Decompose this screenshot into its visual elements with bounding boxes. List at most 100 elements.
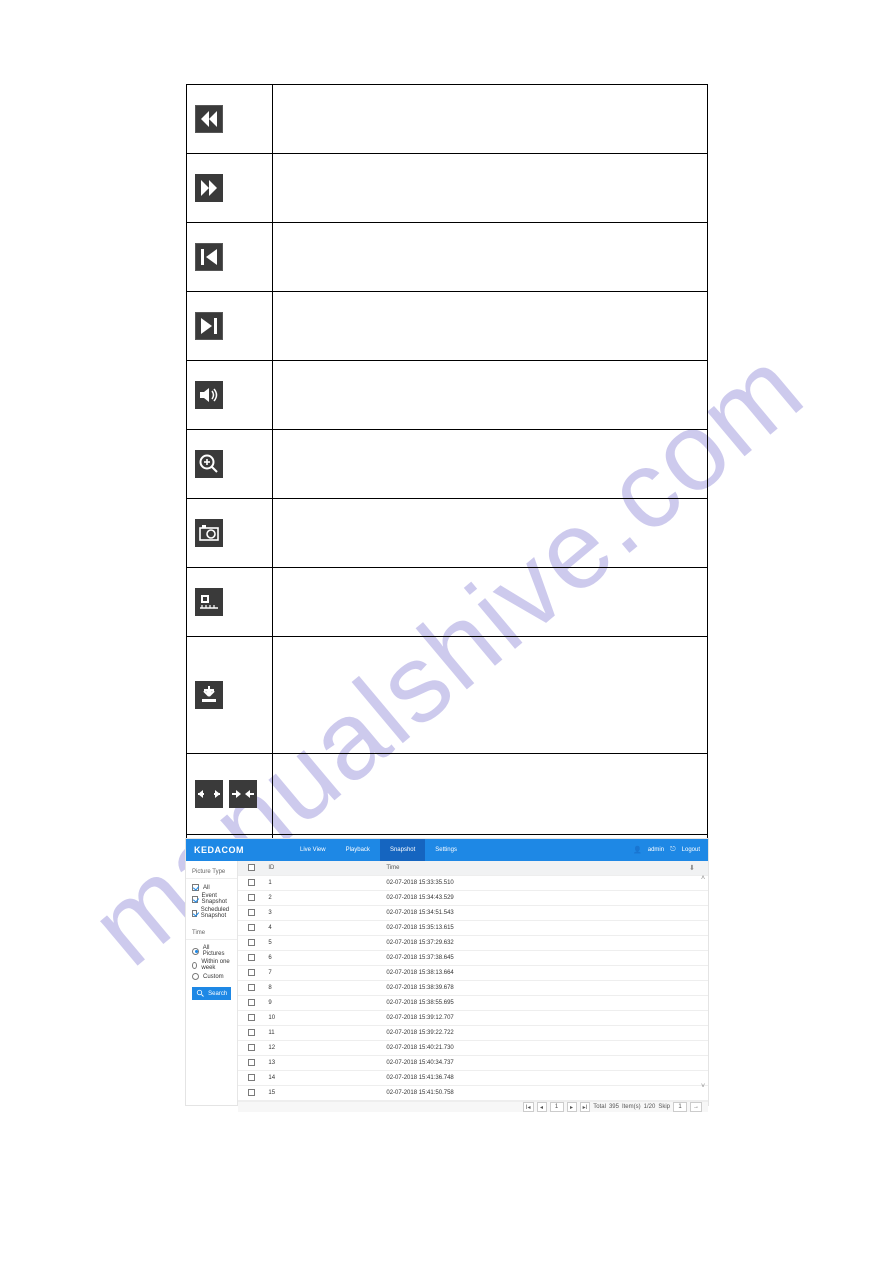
checkbox-icon[interactable] [192,910,197,917]
page-last-button[interactable]: ▸I [580,1102,591,1112]
checkbox-icon[interactable] [248,954,255,961]
snapshot-camera-icon[interactable] [195,519,223,547]
zoom-icon[interactable] [195,450,223,478]
nav-live-view[interactable]: Live View [290,839,336,861]
page-go-button[interactable]: → [690,1102,702,1112]
page-skip-input[interactable]: 1 [673,1102,687,1112]
radio-icon[interactable] [192,948,199,955]
checkbox-icon[interactable] [248,969,255,976]
header-time[interactable]: Time [382,861,676,876]
checkbox-icon[interactable] [248,1089,255,1096]
nav-playback[interactable]: Playback [336,839,380,861]
row-checkbox-cell[interactable] [238,891,264,906]
timeline-ruler-icon[interactable] [195,588,223,616]
row-id: 5 [264,936,382,951]
header-select-all[interactable] [238,861,264,876]
row-checkbox-cell[interactable] [238,1041,264,1056]
checkbox-event-snapshot[interactable]: Event Snapshot [192,892,231,906]
checkbox-icon[interactable] [248,864,255,871]
page-next-button[interactable]: ▸ [567,1102,577,1112]
zoom-in-timeline-icon[interactable] [229,780,257,808]
table-row[interactable]: 202-07-2018 15:34:43.529 [238,891,708,906]
table-row[interactable]: 302-07-2018 15:34:51.543 [238,906,708,921]
row-checkbox-cell[interactable] [238,951,264,966]
checkbox-all[interactable]: All [192,883,231,892]
table-row[interactable]: 702-07-2018 15:38:13.664 [238,966,708,981]
checkbox-icon[interactable] [248,1074,255,1081]
row-checkbox-cell[interactable] [238,966,264,981]
volume-icon[interactable] [195,381,223,409]
nav-settings[interactable]: Settings [425,839,467,861]
checkbox-icon[interactable] [248,894,255,901]
download-desc [273,637,708,754]
checkbox-icon[interactable] [248,939,255,946]
checkbox-icon[interactable] [248,879,255,886]
row-checkbox-cell[interactable] [238,996,264,1011]
row-id: 8 [264,981,382,996]
table-row[interactable]: 502-07-2018 15:37:29.632 [238,936,708,951]
table-row[interactable]: 1202-07-2018 15:40:21.730 [238,1041,708,1056]
row-checkbox-cell[interactable] [238,1071,264,1086]
row-checkbox-cell[interactable] [238,1026,264,1041]
checkbox-scheduled-snapshot[interactable]: Scheduled Snapshot [192,906,231,920]
table-row[interactable]: 902-07-2018 15:38:55.695 [238,996,708,1011]
table-row[interactable]: 1502-07-2018 15:41:50.758 [238,1086,708,1101]
table-row[interactable]: 1402-07-2018 15:41:36.748 [238,1071,708,1086]
scroll-down-icon[interactable]: ˅ [699,1083,707,1091]
app-header: KEDACOM Live View Playback Snapshot Sett… [186,839,708,861]
row-id: 13 [264,1056,382,1071]
header-id[interactable]: ID [264,861,382,876]
divider [186,939,237,940]
row-id: 12 [264,1041,382,1056]
radio-all-pictures[interactable]: All Pictures [192,944,231,958]
radio-custom[interactable]: Custom [192,972,231,981]
nav-snapshot[interactable]: Snapshot [380,839,425,861]
row-checkbox-cell[interactable] [238,876,264,891]
logout-link[interactable]: Logout [682,847,700,853]
checkbox-icon[interactable] [192,896,198,903]
table-row[interactable]: 102-07-2018 15:33:35.510 [238,876,708,891]
row-checkbox-cell[interactable] [238,936,264,951]
page-number-input[interactable]: 1 [550,1102,564,1112]
header-download[interactable]: ⬇ [676,861,708,876]
rewind-icon[interactable] [195,105,223,133]
table-row[interactable]: 802-07-2018 15:38:39.678 [238,981,708,996]
checkbox-icon[interactable] [248,1044,255,1051]
checkbox-icon[interactable] [248,999,255,1006]
row-id: 11 [264,1026,382,1041]
row-checkbox-cell[interactable] [238,981,264,996]
radio-icon[interactable] [192,973,199,980]
checkbox-icon[interactable] [192,884,199,891]
row-checkbox-cell[interactable] [238,921,264,936]
radio-within-one-week[interactable]: Within one week [192,958,231,972]
next-frame-icon[interactable] [195,312,223,340]
search-icon [196,989,204,999]
row-checkbox-cell[interactable] [238,1011,264,1026]
table-row[interactable]: 1002-07-2018 15:39:12.707 [238,1011,708,1026]
logout-icon[interactable]: ⎋ [670,846,676,854]
checkbox-icon[interactable] [248,924,255,931]
download-icon[interactable]: ⬇ [689,865,695,872]
table-row[interactable]: 602-07-2018 15:37:38.645 [238,951,708,966]
previous-frame-icon[interactable] [195,243,223,271]
zoom-out-timeline-icon[interactable] [195,780,223,808]
search-button[interactable]: Search [192,987,231,1000]
table-row[interactable]: 1102-07-2018 15:39:22.722 [238,1026,708,1041]
radio-icon[interactable] [192,962,197,969]
fast-forward-icon[interactable] [195,174,223,202]
page-prev-button[interactable]: ◂ [537,1102,547,1112]
row-checkbox-cell[interactable] [238,1086,264,1101]
checkbox-icon[interactable] [248,909,255,916]
checkbox-icon[interactable] [248,984,255,991]
table-row[interactable]: 1302-07-2018 15:40:34.737 [238,1056,708,1071]
checkbox-icon[interactable] [248,1014,255,1021]
table-row[interactable]: 402-07-2018 15:35:13.615 [238,921,708,936]
download-icon[interactable] [195,681,223,709]
checkbox-icon[interactable] [248,1029,255,1036]
scroll-up-icon[interactable]: ˄ [699,875,707,883]
row-checkbox-cell[interactable] [238,906,264,921]
row-checkbox-cell[interactable] [238,1056,264,1071]
checkbox-icon[interactable] [248,1059,255,1066]
page-first-button[interactable]: I◂ [523,1102,534,1112]
row-id: 4 [264,921,382,936]
